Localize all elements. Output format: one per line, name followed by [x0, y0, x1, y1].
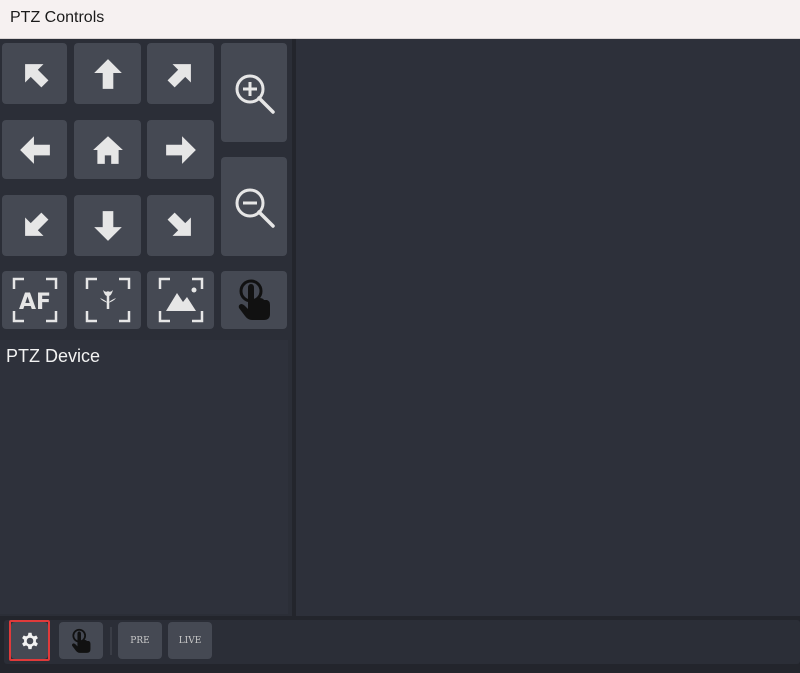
af-label: AF — [18, 290, 50, 315]
arrow-right-icon — [165, 135, 196, 164]
settings-highlight-box — [9, 620, 50, 661]
device-label: PTZ Device — [6, 346, 101, 366]
touch-mode-button[interactable] — [59, 622, 103, 659]
arrow-down-left-icon — [24, 212, 48, 236]
pan-up-left-button[interactable] — [2, 43, 67, 104]
title-bar: PTZ Controls — [0, 0, 800, 39]
macro-focus-button[interactable] — [74, 271, 141, 329]
flower-macro-icon — [85, 277, 130, 323]
live-button[interactable]: LIVE — [168, 622, 212, 659]
live-label: LIVE — [178, 635, 202, 646]
pan-right-button[interactable] — [147, 120, 214, 179]
arrow-left-icon — [19, 135, 50, 164]
arrow-down-icon — [93, 210, 122, 241]
toolbar-separator — [110, 627, 112, 655]
zoom-in-button[interactable] — [221, 43, 287, 142]
arrow-up-right-icon — [167, 63, 191, 87]
zoom-in-icon — [235, 74, 275, 114]
arrow-up-icon — [93, 58, 122, 89]
preview-button[interactable]: PRE — [118, 622, 162, 659]
hand-pointer-icon — [238, 279, 270, 320]
preview-area — [296, 39, 800, 616]
pan-down-right-button[interactable] — [147, 195, 214, 256]
window-title: PTZ Controls — [10, 9, 105, 26]
home-icon — [92, 135, 123, 164]
zoom-out-icon — [235, 188, 275, 228]
pan-down-left-button[interactable] — [2, 195, 67, 256]
arrow-up-left-icon — [24, 63, 48, 87]
mountain-landscape-icon — [158, 277, 203, 323]
hand-pointer-icon — [71, 628, 91, 653]
pan-left-button[interactable] — [2, 120, 67, 179]
autofocus-button[interactable]: AF — [2, 271, 67, 329]
device-panel: PTZ Device — [0, 340, 288, 614]
arrow-down-right-icon — [167, 212, 191, 236]
touch-control-button[interactable] — [221, 271, 287, 329]
home-button[interactable] — [74, 120, 141, 179]
autofocus-icon: AF — [12, 277, 57, 323]
pan-up-right-button[interactable] — [147, 43, 214, 104]
tilt-down-button[interactable] — [74, 195, 141, 256]
zoom-out-button[interactable] — [221, 157, 287, 256]
pre-label: PRE — [130, 635, 150, 646]
tilt-up-button[interactable] — [74, 43, 141, 104]
landscape-focus-button[interactable] — [147, 271, 214, 329]
